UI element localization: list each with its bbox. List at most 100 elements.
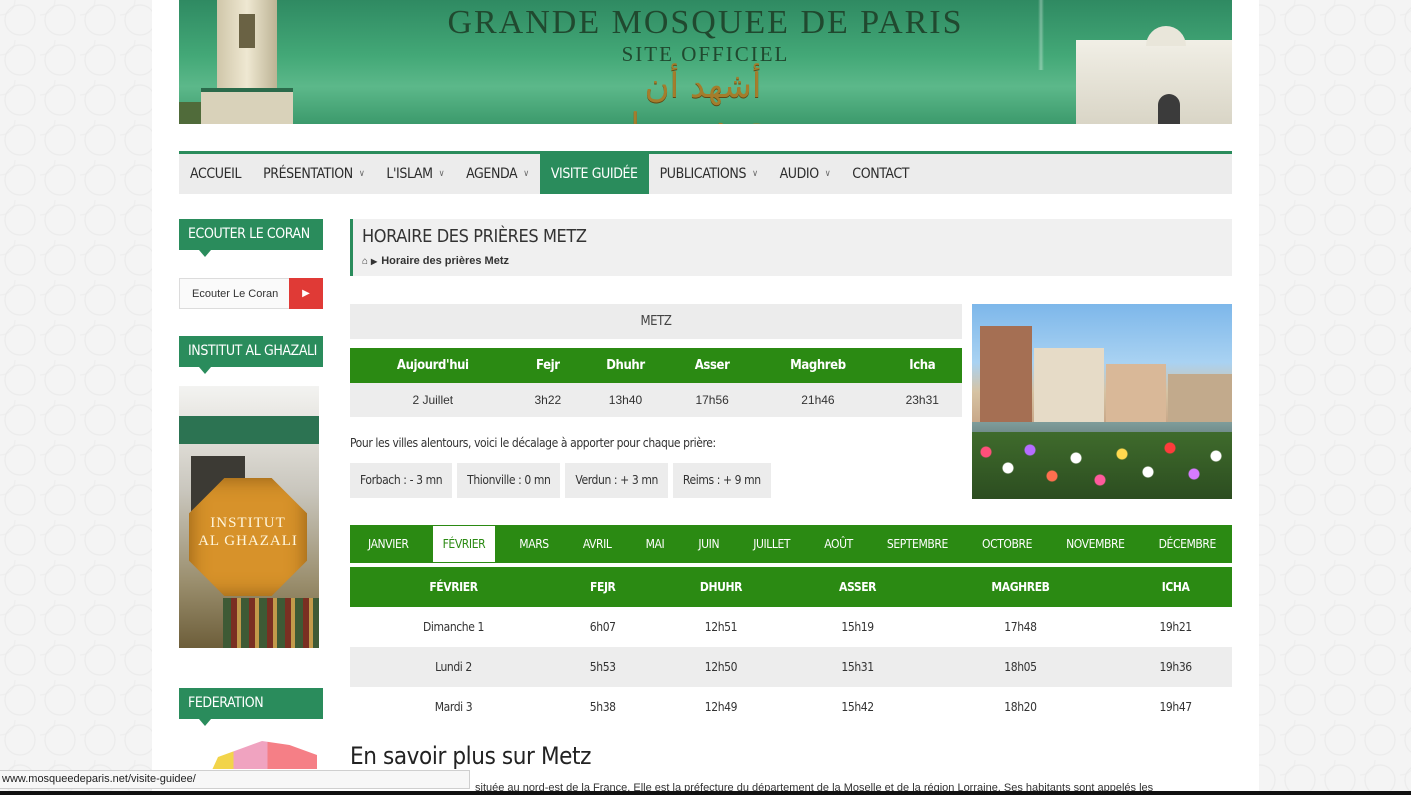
coran-widget-label: Ecouter Le Coran [192, 288, 279, 300]
month-tab[interactable]: FÉVRIER [432, 526, 496, 562]
ghazali-image-text: INSTITUT AL GHAZALI [198, 515, 298, 549]
nav-item-l-islam[interactable]: L'ISLAM ∨ [375, 154, 455, 194]
page-container: GRANDE MOSQUEE DE PARIS SITE OFFICIEL أش… [152, 0, 1259, 795]
month-tabs: JANVIER FÉVRIER MARS AVRIL MAI JUIN JUILLET AOÛ… [350, 525, 1232, 563]
table-cell: 19h47 [1159, 700, 1192, 714]
month-tab[interactable]: AOÛT [814, 526, 863, 562]
today-cell: 17h56 [670, 383, 754, 417]
nearby-offset-chip: Forbach : - 3 mn [350, 463, 453, 498]
today-header-cell: Aujourd'hui [350, 348, 516, 383]
play-icon[interactable]: ▶ [289, 278, 323, 309]
main-nav: ACCUEIL PRÉSENTATION ∨ L'ISLAM ∨ AGENDA ∨ VISIT… [179, 151, 1232, 194]
nearby-offset-chip: Reims : + 9 mn [672, 463, 771, 498]
city-name-bar: METZ [350, 304, 962, 339]
nav-item-label: AUDIO [779, 166, 820, 182]
nav-item-label: CONTACT [852, 166, 910, 182]
today-header-cell: Icha [882, 348, 962, 383]
sidebar-heading-ghazali: INSTITUT AL GHAZALI [179, 336, 323, 374]
table-cell: 17h48 [1004, 620, 1037, 634]
today-header-cell: Fejr [515, 348, 581, 383]
today-cell: 2 Juillet [350, 383, 516, 417]
banner-subtitle: SITE OFFICIEL [621, 42, 790, 66]
monthly-header-cell: DHUHR [648, 567, 794, 607]
today-cell: 3h22 [515, 383, 581, 417]
coran-widget[interactable]: Ecouter Le Coran ▶ [179, 278, 323, 309]
chevron-down-icon: ∨ [358, 169, 365, 179]
month-tab[interactable]: DÉCEMBRE [1149, 526, 1226, 562]
nav-item-publications[interactable]: PUBLICATIONS ∨ [649, 154, 769, 194]
month-tab[interactable]: JUIN [688, 526, 729, 562]
nav-item-visite-guid-e[interactable]: VISITE GUIDÉE [539, 154, 649, 194]
breadcrumb: ⌂ ▶ Horaire des prières Metz [362, 255, 509, 267]
table-cell: Lundi 2 [350, 647, 557, 687]
chevron-down-icon: ∨ [523, 169, 529, 179]
today-header-cell: Dhuhr [580, 348, 671, 383]
window-bottom-edge [0, 791, 1411, 795]
monthly-header-cell: FEJR [556, 567, 649, 607]
ghazali-banner-image[interactable]: INSTITUT AL GHAZALI [179, 386, 319, 648]
today-cell: 21h46 [753, 383, 883, 417]
month-tab[interactable]: NOVEMBRE [1056, 526, 1134, 562]
chevron-down-icon: ∨ [752, 169, 758, 179]
table-cell: Mardi 3 [434, 700, 473, 714]
month-tab[interactable]: AVRIL [573, 526, 622, 562]
month-tab[interactable]: JUILLET [743, 526, 800, 562]
browser-status-url: www.mosqueedeparis.net/visite-guidee/ [0, 770, 470, 789]
nearby-offset-chip: Thionville : 0 mn [457, 463, 561, 498]
table-row: Lundi 2 5h53 12h50 15h31 18h05 19h36 [350, 647, 1232, 687]
table-cell: 15h19 [841, 620, 874, 634]
site-banner[interactable]: GRANDE MOSQUEE DE PARIS SITE OFFICIEL أش… [179, 0, 1232, 124]
month-tab[interactable]: MARS [509, 526, 558, 562]
month-tab[interactable]: JANVIER [358, 526, 419, 562]
table-cell: 15h42 [841, 700, 874, 714]
table-cell: 19h21 [1159, 620, 1192, 634]
monthly-header-cell: FÉVRIER [350, 567, 557, 607]
chevron-down-icon: ∨ [438, 169, 445, 179]
nearby-offsets: Forbach : - 3 mn Thionville : 0 mn Verdun … [350, 463, 771, 498]
table-row: Dimanche 1 6h07 12h51 15h19 17h48 19h21 [350, 607, 1232, 647]
table-cell: 18h05 [921, 647, 1120, 687]
nav-item-label: VISITE GUIDÉE [550, 166, 638, 182]
nav-item-accueil[interactable]: ACCUEIL [179, 154, 252, 194]
today-header-cell: Maghreb [753, 348, 883, 383]
table-cell: Dimanche 1 [422, 620, 484, 634]
table-cell: 5h38 [589, 700, 616, 714]
table-cell: 12h49 [704, 700, 738, 714]
nav-item-label: PUBLICATIONS [659, 166, 747, 182]
federation-map-image[interactable] [179, 735, 323, 769]
home-icon[interactable]: ⌂ [362, 256, 368, 267]
month-tab[interactable]: SEPTEMBRE [877, 526, 958, 562]
table-cell: 5h53 [556, 647, 649, 687]
breadcrumb-current: Horaire des prières Metz [381, 255, 509, 267]
table-cell: 15h31 [793, 647, 922, 687]
page-title-box: HORAIRE DES PRIÈRES METZ ⌂ ▶ Horaire des p… [350, 219, 1232, 276]
nav-item-label: AGENDA [466, 166, 518, 182]
month-tab[interactable]: OCTOBRE [972, 526, 1042, 562]
nav-item-contact[interactable]: CONTACT [841, 154, 920, 194]
month-tab[interactable]: MAI [636, 526, 675, 562]
nearby-cities-text: Pour les villes alentours, voici le déca… [350, 436, 716, 450]
monthly-header-cell: ASSER [793, 567, 922, 607]
sidebar-heading-federation: FEDERATION [179, 688, 323, 726]
chevron-down-icon: ∨ [824, 169, 831, 179]
nav-item-label: ACCUEIL [190, 166, 242, 182]
nav-item-pr-sentation[interactable]: PRÉSENTATION ∨ [252, 154, 375, 194]
nearby-offset-chip: Verdun : + 3 mn [565, 463, 668, 498]
today-prayer-table: Aujourd'hui Fejr Dhuhr Asser Maghreb Icha 2 J… [350, 348, 962, 417]
page-title: HORAIRE DES PRIÈRES METZ [362, 226, 587, 247]
banner-title: GRANDE MOSQUEE DE PARIS [447, 4, 964, 41]
today-cell: 13h40 [580, 383, 671, 417]
table-cell: 19h36 [1119, 647, 1232, 687]
banner-calligraphy: أشهد أن محمد رسول الله [615, 66, 791, 124]
monthly-header-cell: MAGHREB [921, 567, 1120, 607]
monthly-prayer-table: FÉVRIER FEJR DHUHR ASSER MAGHREB ICHA Dimanch… [350, 567, 1232, 727]
table-cell: 12h50 [648, 647, 794, 687]
metz-city-photo [972, 304, 1232, 499]
nav-item-agenda[interactable]: AGENDA ∨ [455, 154, 540, 194]
today-header-cell: Asser [670, 348, 754, 383]
table-cell: 6h07 [589, 620, 616, 634]
monthly-header-cell: ICHA [1119, 567, 1232, 607]
today-cell: 23h31 [882, 383, 962, 417]
sidebar-heading-coran: ECOUTER LE CORAN [179, 219, 323, 257]
nav-item-audio[interactable]: AUDIO ∨ [769, 154, 842, 194]
